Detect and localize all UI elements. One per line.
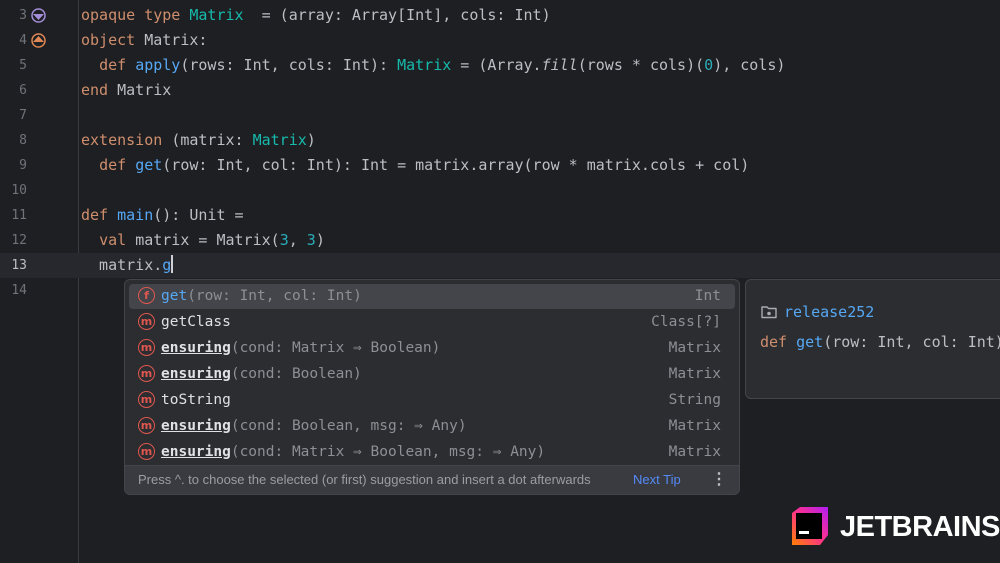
completion-item[interactable]: m getClass Class[?]: [129, 310, 735, 335]
module-folder-icon: [761, 306, 777, 319]
line-number: 14: [11, 283, 27, 298]
completion-item-name: getClass: [161, 314, 231, 330]
completion-item[interactable]: m ensuring(cond: Boolean, msg: ⇒ Any) Ma…: [129, 414, 735, 439]
line-number: 8: [19, 133, 27, 148]
object-companion-icon[interactable]: [30, 32, 47, 49]
completion-footer: Press ^. to choose the selected (or firs…: [125, 465, 739, 494]
code-line[interactable]: 10: [0, 178, 1000, 203]
jetbrains-logo: JETBRAINS: [788, 505, 1000, 551]
completion-item-name: ensuring: [161, 444, 231, 460]
code-text: def get(row: Int, col: Int): Int = matri…: [99, 156, 750, 174]
completion-item[interactable]: m toString String: [129, 388, 735, 413]
method-icon: m: [138, 391, 155, 408]
documentation-popup[interactable]: release252 def get(row: Int, col: Int): …: [745, 279, 1000, 399]
line-number: 13: [11, 258, 27, 273]
method-icon: m: [138, 417, 155, 434]
method-icon: m: [138, 365, 155, 382]
completion-item-type: Matrix: [668, 418, 721, 434]
code-line[interactable]: 4 object Matrix:: [0, 28, 1000, 53]
code-line[interactable]: 9 def get(row: Int, col: Int): Int = mat…: [0, 153, 1000, 178]
code-text: object Matrix:: [81, 31, 208, 49]
code-line[interactable]: 6 end Matrix: [0, 78, 1000, 103]
completion-item[interactable]: m ensuring(cond: Matrix ⇒ Boolean) Matri…: [129, 336, 735, 361]
code-text: opaque type Matrix = (array: Array[Int],…: [81, 6, 551, 24]
code-text: matrix.g: [81, 255, 174, 274]
line-number: 9: [19, 158, 27, 173]
completion-item-type: String: [668, 392, 721, 408]
doc-signature: def get(row: Int, col: Int): Int: [760, 333, 1000, 351]
completion-item-type: Matrix: [668, 340, 721, 356]
line-number: 4: [19, 33, 27, 48]
code-line[interactable]: 5 def apply(rows: Int, cols: Int): Matri…: [0, 53, 1000, 78]
jetbrains-wordmark: JETBRAINS: [840, 511, 1000, 543]
completion-item-params: (cond: Boolean): [230, 366, 362, 382]
code-line[interactable]: 8 extension (matrix: Matrix): [0, 128, 1000, 153]
next-tip-link[interactable]: Next Tip: [633, 466, 681, 494]
implemented-icon[interactable]: [30, 7, 47, 24]
code-text: end Matrix: [81, 81, 172, 99]
line-number: 10: [11, 183, 27, 198]
line-number: 6: [19, 83, 27, 98]
completion-item-type: Class[?]: [651, 314, 721, 330]
code-line[interactable]: 11 def main(): Unit =: [0, 203, 1000, 228]
completion-item-name: ensuring: [161, 366, 231, 382]
function-icon: f: [138, 287, 155, 304]
completion-hint: Press ^. to choose the selected (or firs…: [138, 472, 591, 487]
completion-item[interactable]: f get(row: Int, col: Int) Int: [129, 284, 735, 309]
line-number: 5: [19, 58, 27, 73]
text-caret: [171, 255, 174, 273]
method-icon: m: [138, 339, 155, 356]
completion-item-params: (row: Int, col: Int): [187, 288, 362, 304]
line-number: 3: [19, 8, 27, 23]
line-number: 7: [19, 108, 27, 123]
method-icon: m: [138, 443, 155, 460]
completion-item-name: toString: [161, 392, 231, 408]
completion-item-name: ensuring: [161, 418, 231, 434]
completion-item-type: Int: [694, 288, 721, 304]
completion-item-type: Matrix: [668, 444, 721, 460]
completion-item-params: (cond: Matrix ⇒ Boolean): [230, 340, 441, 356]
code-line[interactable]: 7: [0, 103, 1000, 128]
code-text: def apply(rows: Int, cols: Int): Matrix …: [99, 56, 786, 74]
completion-item[interactable]: m ensuring(cond: Boolean) Matrix: [129, 362, 735, 387]
line-number: 11: [11, 208, 27, 223]
jetbrains-mark-icon: [792, 507, 828, 545]
line-number: 12: [11, 233, 27, 248]
completion-item-name: get: [161, 288, 188, 304]
code-line[interactable]: 13 matrix.g: [0, 253, 1000, 278]
doc-module-name: release252: [784, 303, 875, 321]
method-icon: m: [138, 313, 155, 330]
completion-item-name: ensuring: [161, 340, 231, 356]
code-text: def main(): Unit =: [81, 206, 244, 224]
code-line[interactable]: 12 val matrix = Matrix(3, 3): [0, 228, 1000, 253]
more-options-icon[interactable]: ⋮: [711, 466, 727, 494]
completion-item-params: (cond: Matrix ⇒ Boolean, msg: ⇒ Any): [230, 444, 546, 460]
completion-item-params: (cond: Boolean, msg: ⇒ Any): [230, 418, 467, 434]
code-text: val matrix = Matrix(3, 3): [99, 231, 325, 249]
completion-popup[interactable]: f get(row: Int, col: Int) Int m getClass…: [124, 279, 740, 495]
completion-item[interactable]: m ensuring(cond: Matrix ⇒ Boolean, msg: …: [129, 440, 735, 465]
code-line[interactable]: 3 opaque type Matrix = (array: Array[Int]…: [0, 3, 1000, 28]
code-text: extension (matrix: Matrix): [81, 131, 316, 149]
completion-item-type: Matrix: [668, 366, 721, 382]
